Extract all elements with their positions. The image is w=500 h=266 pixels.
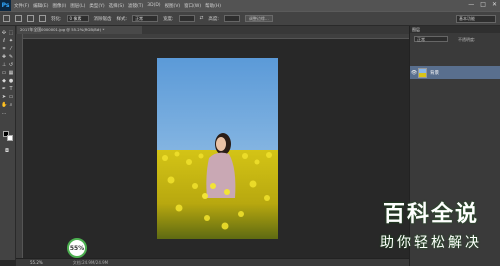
layers-tab[interactable]: 图层 — [410, 26, 500, 33]
antialias-checkbox[interactable]: 消除锯齿 — [94, 16, 112, 22]
blur-icon[interactable]: ◆ — [1, 78, 7, 84]
path-select-icon[interactable]: ➤ — [1, 94, 7, 100]
close-icon[interactable]: ✕ — [492, 1, 497, 8]
subtract-selection-icon[interactable] — [39, 15, 46, 22]
tools-panel: ✣ ⬚ ℓ ✦ ⌗ ⁄ ✚ ✎ ⊥ ↺ ▭ ▦ ◆ ● ✒ T ➤ ▭ ✋ ⌕ … — [0, 26, 16, 260]
background-color-swatch[interactable] — [7, 135, 13, 141]
menu-type[interactable]: 类型(Y) — [89, 3, 104, 9]
watermark-title: 百科全说 — [382, 202, 479, 227]
menu-image[interactable]: 图像(I) — [52, 3, 66, 9]
document-tab[interactable]: 2017年全国0000001.jpg @ 55.2%(RGB/8#) * — [17, 26, 142, 34]
photo-image — [157, 58, 278, 239]
vertical-ruler — [16, 34, 23, 258]
watermark-subtitle: 助你轻松解决 — [380, 235, 482, 251]
more-tools-icon[interactable]: … — [1, 110, 7, 116]
watermark: 百科全说 助你轻松解决 — [372, 199, 490, 257]
minimize-icon[interactable]: — — [468, 1, 474, 8]
menu-help[interactable]: 帮助(H) — [205, 3, 221, 9]
eyedropper-icon[interactable]: ⁄ — [8, 46, 14, 52]
height-label: 高度: — [208, 16, 219, 22]
marquee-icon[interactable]: ⬚ — [8, 30, 14, 36]
height-input[interactable] — [223, 15, 240, 22]
document-photo[interactable] — [157, 58, 278, 239]
dodge-icon[interactable]: ● — [8, 78, 14, 84]
blend-mode-select[interactable]: 正常 — [414, 36, 448, 42]
menu-3d[interactable]: 3D(D) — [147, 3, 160, 8]
maximize-icon[interactable]: □ — [480, 1, 486, 8]
lasso-icon[interactable]: ℓ — [1, 38, 7, 44]
marquee-tool-icon[interactable] — [3, 15, 10, 22]
layer-thumbnail — [418, 67, 427, 78]
document-info: 文档:24.9M/24.9M — [72, 259, 109, 265]
width-label: 宽度: — [163, 16, 174, 22]
status-bar: 55.2% 文档:24.9M/24.9M — [16, 258, 409, 266]
brush-icon[interactable]: ✎ — [8, 54, 14, 60]
zoom-badge: 55% — [67, 238, 87, 258]
menu-select[interactable]: 选择(S) — [109, 3, 124, 9]
width-input[interactable] — [178, 15, 195, 22]
workspace-select[interactable]: 基本功能 — [456, 15, 496, 23]
app-logo: Ps — [0, 0, 11, 11]
menu-view[interactable]: 视图(V) — [165, 3, 181, 9]
opacity-label: 不透明度: — [458, 37, 476, 42]
options-bar: 羽化: 0 像素 消除锯齿 样式: 正常 宽度: ⇄ 高度: 调整边缘... 基… — [0, 11, 500, 26]
zoom-badge-value: 55% — [69, 244, 85, 252]
zoom-icon[interactable]: ⌕ — [8, 102, 14, 108]
menu-file[interactable]: 文件(F) — [14, 3, 29, 9]
type-icon[interactable]: T — [8, 86, 14, 92]
document-tab-bar: 2017年全国0000001.jpg @ 55.2%(RGB/8#) * — [16, 26, 409, 34]
menu-window[interactable]: 窗口(W) — [184, 3, 201, 9]
feather-label: 羽化: — [51, 16, 62, 22]
move-tool-icon[interactable]: ✣ — [1, 30, 7, 36]
zoom-status[interactable]: 55.2% — [30, 260, 43, 265]
crop-icon[interactable]: ⌗ — [1, 46, 7, 52]
layer-name[interactable]: 背景 — [430, 70, 439, 76]
style-select[interactable]: 正常 — [132, 15, 159, 22]
layer-row[interactable]: 👁 背景 — [410, 66, 500, 79]
refine-edge-button[interactable]: 调整边缘... — [244, 15, 273, 22]
eye-icon[interactable]: 👁 — [410, 70, 418, 76]
quick-mask-icon[interactable]: ◘ — [4, 148, 10, 154]
history-brush-icon[interactable]: ↺ — [8, 62, 14, 68]
new-selection-icon[interactable] — [15, 15, 22, 22]
eraser-icon[interactable]: ▭ — [1, 70, 7, 76]
clone-stamp-icon[interactable]: ⊥ — [1, 62, 7, 68]
gradient-icon[interactable]: ▦ — [8, 70, 14, 76]
pen-icon[interactable]: ✒ — [1, 86, 7, 92]
healing-brush-icon[interactable]: ✚ — [1, 54, 7, 60]
style-label: 样式: — [116, 16, 128, 22]
menu-bar: Ps 文件(F) 编辑(E) 图像(I) 图层(L) 类型(Y) 选择(S) 滤… — [0, 0, 500, 11]
feather-input[interactable]: 0 像素 — [66, 15, 89, 22]
menu-edit[interactable]: 编辑(E) — [33, 3, 48, 9]
magic-wand-icon[interactable]: ✦ — [8, 38, 14, 44]
add-selection-icon[interactable] — [27, 15, 34, 22]
hand-icon[interactable]: ✋ — [1, 102, 7, 108]
menu-filter[interactable]: 滤镜(T) — [128, 3, 143, 9]
menu-layer[interactable]: 图层(L) — [70, 3, 85, 9]
window-controls: — □ ✕ — [468, 1, 497, 8]
layers-tab-label: 图层 — [412, 27, 420, 32]
shape-icon[interactable]: ▭ — [8, 94, 14, 100]
swap-icon[interactable]: ⇄ — [200, 16, 204, 21]
